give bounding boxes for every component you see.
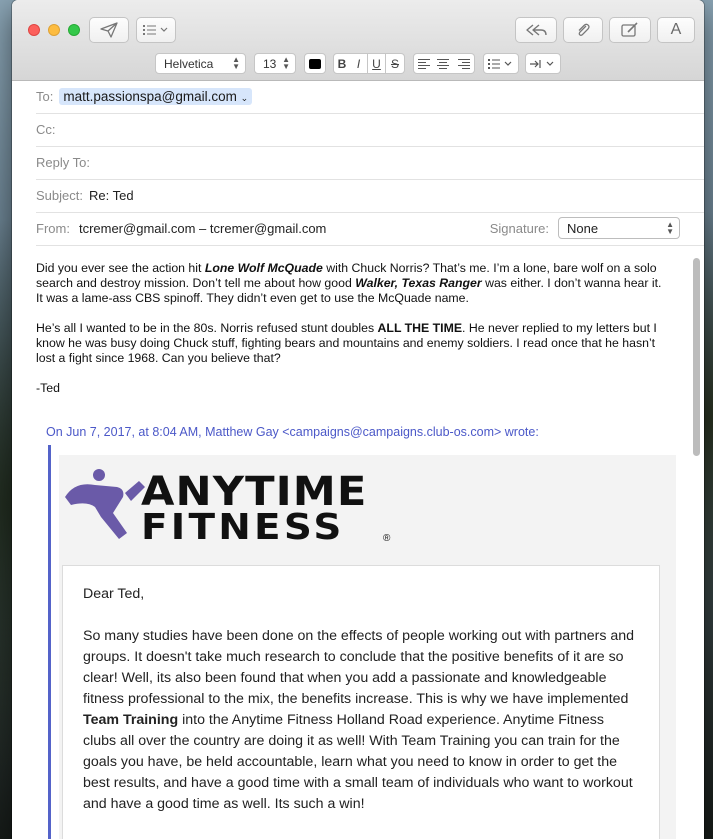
format-bar: Helvetica ▲ ▼ 13 ▲ ▼ B I U S — [12, 53, 704, 75]
header-fields-button[interactable] — [136, 17, 176, 43]
underline-button[interactable]: U — [368, 53, 386, 74]
font-size-select[interactable]: 13 ▲ ▼ — [254, 53, 296, 74]
up-down-arrows-icon: ▲ ▼ — [666, 220, 674, 236]
list-style-button[interactable] — [483, 53, 519, 74]
minimize-window-button[interactable] — [48, 24, 60, 36]
movie-title: Lone Wolf McQuade — [204, 261, 323, 275]
markup-icon — [621, 22, 638, 37]
align-right-button[interactable] — [453, 53, 475, 74]
align-center-button[interactable] — [433, 53, 454, 74]
subject-field[interactable]: Re: Ted — [89, 188, 134, 203]
bold-icon: B — [337, 56, 347, 71]
show-title: Walker, Texas Ranger — [355, 276, 482, 290]
reply-to-row[interactable]: Reply To: — [36, 146, 704, 180]
align-left-button[interactable] — [413, 53, 434, 74]
subject-label: Subject: — [36, 188, 83, 203]
zoom-window-button[interactable] — [68, 24, 80, 36]
text-run: So many studies have been done on the ef… — [83, 628, 635, 707]
signature-select[interactable]: None ▲ ▼ — [558, 217, 680, 239]
subject-row[interactable]: Subject: Re: Ted — [36, 179, 704, 213]
message-signoff: -Ted — [36, 381, 60, 395]
bold-button[interactable]: B — [333, 53, 351, 74]
send-button[interactable] — [89, 17, 129, 43]
text-run: He’s all I wanted to be in the 80s. Norr… — [36, 321, 378, 335]
italic-icon: I — [356, 56, 361, 71]
quote-bar — [48, 445, 51, 839]
message-paragraph-2: He’s all I wanted to be in the 80s. Norr… — [36, 321, 668, 366]
quoted-paragraph: So many studies have been done on the ef… — [83, 626, 639, 815]
chevron-down-icon: ⌄ — [240, 93, 249, 103]
from-label: From: — [36, 221, 70, 236]
vertical-scrollbar[interactable] — [693, 258, 700, 456]
align-right-icon — [457, 58, 470, 69]
reply-to-label: Reply To: — [36, 155, 90, 170]
up-down-arrows-icon: ▲ ▼ — [282, 55, 290, 71]
quoted-message-card: Dear Ted, So many studies have been done… — [62, 565, 660, 839]
registered-mark: ® — [383, 533, 391, 544]
font-size-value: 13 — [263, 56, 277, 71]
anytime-fitness-logo: ANYTIME FITNESS ® — [65, 467, 395, 547]
italic-button[interactable]: I — [350, 53, 368, 74]
text-run: Did you ever see the action hit — [36, 261, 205, 275]
underline-icon: U — [372, 56, 381, 71]
to-label: To: — [36, 89, 54, 104]
fonts-icon: A — [670, 21, 682, 38]
emphasis-text: ALL THE TIME — [377, 321, 463, 335]
strikethrough-button[interactable]: S — [386, 53, 405, 74]
cc-label: Cc: — [36, 122, 56, 137]
paperclip-icon — [578, 23, 590, 36]
to-row: To: matt.passionspa@gmail.com ⌄ — [36, 80, 704, 114]
compose-window: A Helvetica ▲ ▼ 13 ▲ ▼ B I U S To: matt.… — [12, 0, 704, 839]
quoted-greeting: Dear Ted, — [83, 586, 145, 602]
fonts-button[interactable]: A — [657, 17, 695, 43]
quoted-message-text: Dear Ted, So many studies have been done… — [83, 584, 639, 836]
reply-all-button[interactable] — [515, 17, 557, 43]
quoted-header: On Jun 7, 2017, at 8:04 AM, Matthew Gay … — [46, 425, 539, 439]
close-window-button[interactable] — [28, 24, 40, 36]
indent-icon — [530, 59, 554, 68]
logo-line-2: FITNESS — [141, 507, 345, 548]
markup-button[interactable] — [609, 17, 651, 43]
emphasis-text: Team Training — [83, 712, 179, 728]
strikethrough-icon: S — [390, 56, 399, 71]
toolbar: A Helvetica ▲ ▼ 13 ▲ ▼ B I U S — [12, 0, 704, 81]
message-body[interactable]: Did you ever see the action hit Lone Wol… — [36, 261, 668, 411]
font-family-value: Helvetica — [164, 56, 214, 71]
align-center-icon — [437, 58, 449, 69]
list-icon — [143, 25, 168, 35]
color-swatch — [309, 58, 321, 69]
text-color-button[interactable] — [304, 53, 326, 74]
bulleted-list-icon — [488, 58, 512, 69]
recipient-address: matt.passionspa@gmail.com — [63, 89, 237, 104]
recipient-token[interactable]: matt.passionspa@gmail.com ⌄ — [59, 88, 253, 105]
message-paragraph-1: Did you ever see the action hit Lone Wol… — [36, 261, 668, 306]
signature-value: None — [567, 220, 599, 236]
font-family-select[interactable]: Helvetica ▲ ▼ — [155, 53, 246, 74]
from-select[interactable]: tcremer@gmail.com – tcremer@gmail.com — [79, 221, 326, 236]
logo-line-1: ANYTIME — [141, 469, 368, 515]
signature-label: Signature: — [489, 221, 549, 236]
from-row: From: tcremer@gmail.com – tcremer@gmail.… — [36, 212, 704, 246]
up-down-arrows-icon: ▲ ▼ — [232, 55, 240, 71]
indent-button[interactable] — [525, 53, 561, 74]
reply-all-icon — [526, 24, 547, 36]
align-left-icon — [417, 58, 430, 69]
paper-plane-icon — [100, 22, 118, 38]
attach-button[interactable] — [563, 17, 603, 43]
cc-row[interactable]: Cc: — [36, 113, 704, 147]
